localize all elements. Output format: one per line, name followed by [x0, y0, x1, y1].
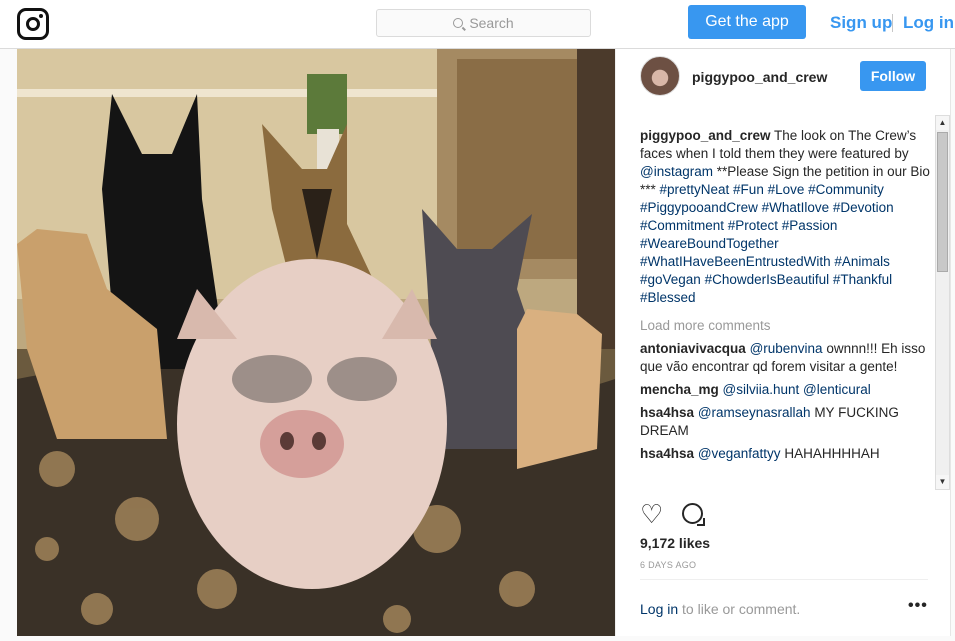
post-header: piggypoo_and_crew Follow	[616, 49, 952, 104]
comment-author[interactable]: hsa4hsa	[640, 405, 694, 420]
login-prompt: Log in to like or comment.	[640, 601, 800, 617]
post-details-panel: piggypoo_and_crew Follow piggypoo_and_cr…	[615, 49, 951, 636]
more-options-icon[interactable]: •••	[908, 597, 928, 615]
comment-author[interactable]: hsa4hsa	[640, 446, 694, 461]
camera-flash-dot	[39, 14, 43, 18]
footer-prompt-text: to like or comment.	[678, 601, 801, 617]
comment-bubble-icon[interactable]	[682, 503, 705, 526]
comment-text: HAHAHHHHAH	[780, 446, 880, 461]
get-the-app-button[interactable]: Get the app	[688, 5, 806, 39]
comment-item: mencha_mg @silviia.hunt @lenticural	[640, 381, 932, 399]
comment-item: hsa4hsa @ramseynasrallah MY FUCKING DREA…	[640, 404, 932, 440]
comment-item: antoniavivacqua @rubenvina ownnn!!! Eh i…	[640, 340, 932, 376]
comments-scrollbar[interactable]: ▲ ▼	[935, 115, 950, 490]
post-author-username[interactable]: piggypoo_and_crew	[692, 69, 827, 85]
comments-list: piggypoo_and_crew The look on The Crew’s…	[640, 127, 932, 485]
comment-author[interactable]: antoniavivacqua	[640, 341, 746, 356]
log-in-link[interactable]: Log in	[903, 13, 954, 33]
search-placeholder: Search	[469, 15, 514, 31]
scroll-down-arrow-icon[interactable]: ▼	[936, 475, 949, 489]
heart-icon[interactable]: ♡	[640, 501, 663, 527]
post-timestamp: 6 DAYS AGO	[640, 560, 697, 570]
scrollbar-thumb[interactable]	[937, 132, 948, 272]
avatar[interactable]	[640, 56, 680, 96]
post-photo[interactable]	[17, 49, 615, 636]
divider	[640, 579, 928, 580]
caption: piggypoo_and_crew The look on The Crew’s…	[640, 127, 932, 307]
search-input[interactable]: Search	[376, 9, 591, 37]
sign-up-link[interactable]: Sign up	[830, 13, 892, 33]
comment-mention[interactable]: @rubenvina	[750, 341, 823, 356]
pig-and-dogs-photo	[17, 49, 615, 636]
nav-separator	[892, 14, 893, 32]
post-actions: ♡	[640, 501, 740, 529]
camera-lens-shape	[26, 17, 40, 31]
comment-mention[interactable]: @veganfattyy	[698, 446, 781, 461]
caption-mention[interactable]: @instagram	[640, 164, 713, 179]
caption-hashtags[interactable]: #prettyNeat #Fun #Love #Community #Piggy…	[640, 182, 894, 305]
caption-author[interactable]: piggypoo_and_crew	[640, 128, 771, 143]
comment-mention[interactable]: @ramseynasrallah	[698, 405, 811, 420]
top-navigation-bar: Search Get the app Sign up Log in	[0, 0, 955, 49]
likes-count[interactable]: 9,172 likes	[640, 535, 710, 551]
instagram-camera-icon[interactable]	[17, 8, 49, 40]
load-more-comments-link[interactable]: Load more comments	[640, 317, 932, 335]
comment-item: hsa4hsa @veganfattyy HAHAHHHHAH	[640, 445, 932, 463]
comment-mention[interactable]: @silviia.hunt @lenticural	[723, 382, 871, 397]
follow-button[interactable]: Follow	[860, 61, 926, 91]
scroll-up-arrow-icon[interactable]: ▲	[936, 116, 949, 130]
comment-author[interactable]: mencha_mg	[640, 382, 719, 397]
search-icon	[453, 18, 464, 28]
footer-log-in-link[interactable]: Log in	[640, 601, 678, 617]
